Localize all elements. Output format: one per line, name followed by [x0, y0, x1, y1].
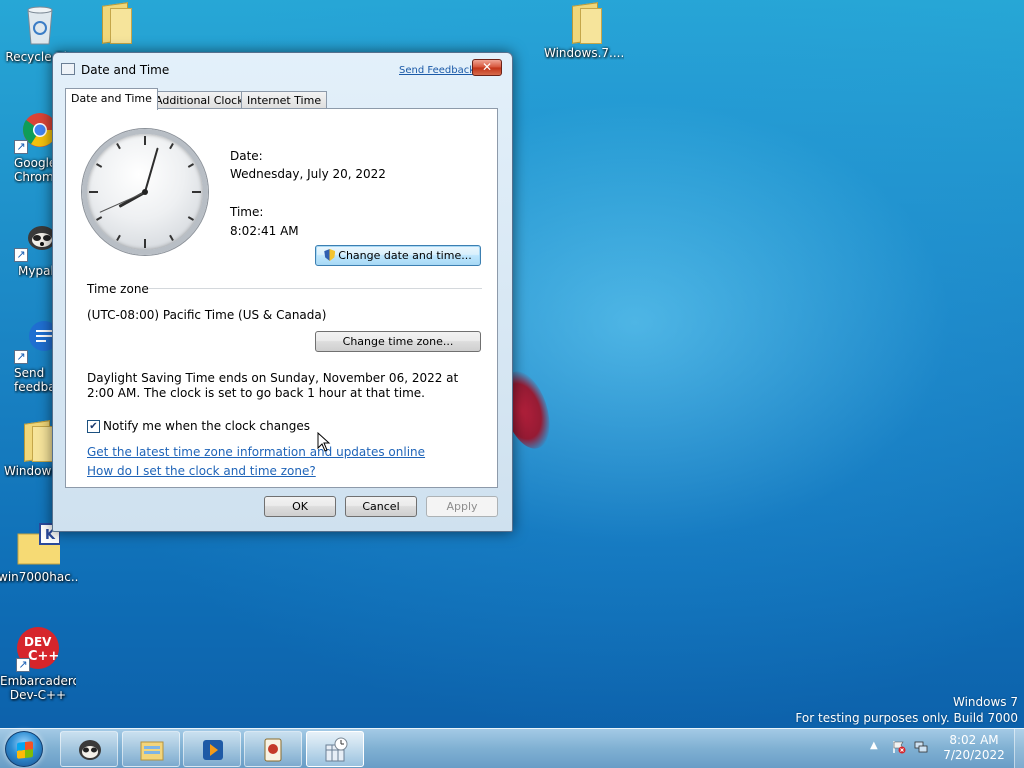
date-time-tab-panel: Date: Wednesday, July 20, 2022 Time: 8:0… [65, 108, 498, 488]
dialog-title: Date and Time [81, 63, 170, 77]
taskbar-explorer[interactable] [122, 731, 180, 767]
watermark-line-2: For testing purposes only. Build 7000 [795, 711, 1018, 725]
uac-shield-icon [324, 249, 336, 261]
build-watermark: Windows 7 For testing purposes only. Bui… [795, 694, 1018, 726]
network-icon[interactable] [914, 740, 928, 754]
ok-button[interactable]: OK [264, 496, 336, 517]
desktop-icon-label: Embarcadero Dev-C++ [0, 674, 76, 702]
taskbar-mypal[interactable] [60, 731, 118, 767]
action-center-flag-icon[interactable] [892, 740, 906, 754]
desktop-icon-label: win7000hac... [0, 570, 78, 584]
clock-tick [116, 143, 121, 150]
clock-second-hand [99, 191, 146, 213]
desktop-icon-folder[interactable] [74, 2, 154, 44]
timezone-value: (UTC-08:00) Pacific Time (US & Canada) [87, 308, 327, 322]
shortcut-arrow-icon: ↗ [14, 248, 28, 262]
clock-center [142, 189, 148, 195]
latest-timezone-link[interactable]: Get the latest time zone information and… [87, 445, 425, 459]
cancel-button[interactable]: Cancel [345, 496, 417, 517]
folder-icon [566, 2, 602, 44]
recycle-bin-icon [18, 2, 62, 46]
clock-tick [187, 163, 194, 168]
clock-tick [96, 163, 102, 168]
svg-text:C++: C++ [28, 649, 59, 664]
close-button[interactable]: ✕ [472, 59, 502, 76]
clock-minute-hand [144, 147, 159, 193]
solitaire-icon [264, 738, 282, 762]
tab-date-and-time[interactable]: Date and Time [65, 88, 158, 110]
taskbar-solitaire[interactable] [244, 731, 302, 767]
date-time-dialog: Date and Time Send Feedback ✕ Date and T… [52, 52, 513, 532]
clock-tick [169, 143, 174, 149]
mypal-icon [79, 740, 101, 760]
clock-tick [169, 234, 174, 241]
clock-tick [144, 136, 146, 145]
explorer-icon [140, 741, 164, 761]
timezone-heading: Time zone [87, 282, 149, 296]
apply-button[interactable]: Apply [426, 496, 498, 517]
clock-tick [89, 191, 98, 193]
taskbar-media-player[interactable] [183, 731, 241, 767]
tray-show-hidden-icon[interactable]: ▲ [870, 740, 878, 751]
taskbar-date-time[interactable] [306, 731, 364, 767]
time-value: 8:02:41 AM [230, 224, 299, 238]
folder-icon [18, 420, 54, 462]
dialog-titlebar[interactable]: Date and Time Send Feedback ✕ [53, 53, 512, 85]
desktop-icon-devcpp[interactable]: DEV C++ ↗ Embarcadero Dev-C++ [0, 626, 78, 702]
shortcut-arrow-icon: ↗ [14, 140, 28, 154]
media-player-icon [203, 740, 223, 760]
watermark-line-1: Windows 7 [952, 695, 1018, 709]
tray-clock[interactable]: 8:02 AM 7/20/2022 [942, 733, 1006, 763]
clock-tick [188, 216, 194, 221]
send-feedback-link[interactable]: Send Feedback [399, 65, 475, 76]
notify-checkbox-label[interactable]: Notify me when the clock changes [103, 419, 310, 433]
clock-tick [192, 191, 201, 193]
tray-time: 8:02 AM [949, 733, 999, 747]
clock-tick [116, 235, 121, 241]
date-time-icon [325, 737, 348, 762]
mouse-cursor-icon [317, 432, 331, 452]
shortcut-arrow-icon: ↗ [14, 350, 28, 364]
folder-icon [96, 2, 132, 44]
change-date-time-button[interactable]: Change date and time... [315, 245, 481, 266]
how-set-clock-link[interactable]: How do I set the clock and time zone? [87, 464, 316, 478]
time-label: Time: [230, 205, 264, 219]
shortcut-arrow-icon: ↗ [16, 658, 30, 672]
analog-clock [82, 129, 208, 255]
change-timezone-button[interactable]: Change time zone... [315, 331, 481, 352]
clock-tick [96, 216, 103, 221]
svg-text:DEV: DEV [24, 635, 52, 649]
date-label: Date: [230, 149, 263, 163]
timezone-divider [148, 288, 482, 289]
devcpp-icon: DEV C++ ↗ [16, 626, 60, 672]
date-value: Wednesday, July 20, 2022 [230, 167, 386, 181]
date-time-icon [61, 63, 75, 75]
start-button[interactable] [5, 731, 43, 767]
clock-tick [144, 239, 146, 248]
show-desktop-button[interactable] [1014, 729, 1024, 768]
notify-checkbox[interactable]: ✔ [87, 420, 100, 433]
tray-date: 7/20/2022 [943, 748, 1005, 762]
desktop-icon-label: Windows.7.... [544, 46, 624, 60]
change-date-time-label: Change date and time... [338, 249, 472, 262]
desktop-icon-windows7[interactable]: Windows.7.... [544, 2, 624, 60]
dst-notice: Daylight Saving Time ends on Sunday, Nov… [87, 371, 459, 400]
